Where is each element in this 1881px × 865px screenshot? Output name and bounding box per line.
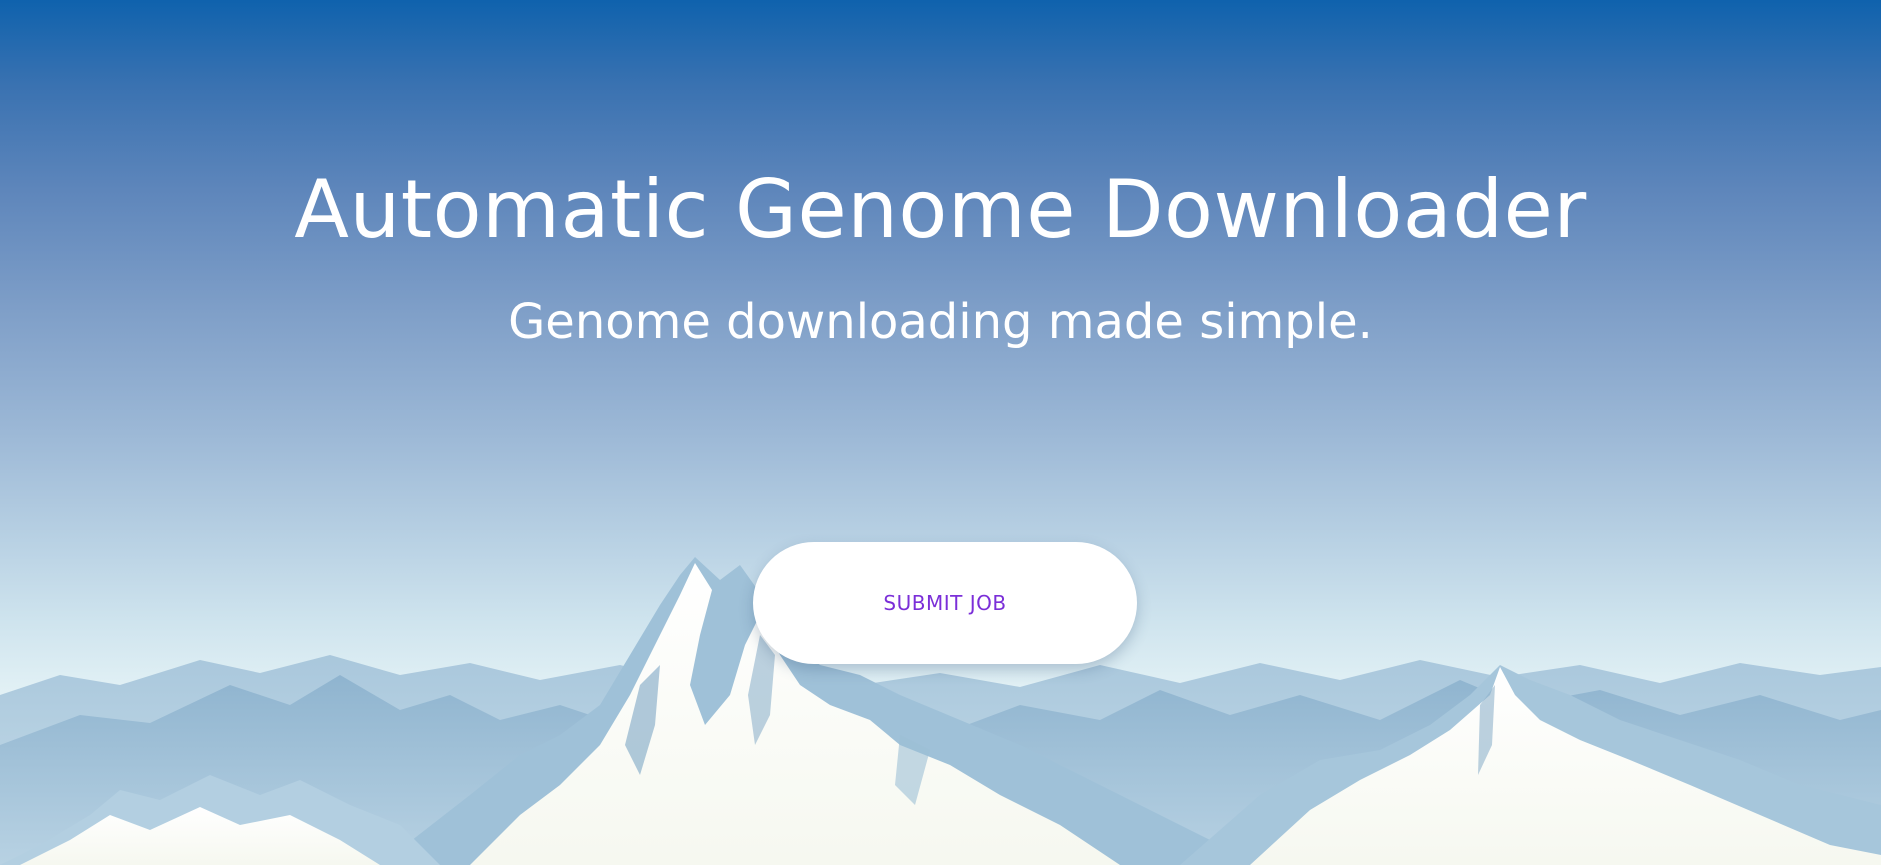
hero-section: Automatic Genome Downloader Genome downl… xyxy=(0,0,1881,865)
submit-job-button[interactable]: SUBMIT JOB xyxy=(753,542,1137,664)
page-title: Automatic Genome Downloader xyxy=(294,163,1587,256)
page-subtitle: Genome downloading made simple. xyxy=(508,294,1373,350)
